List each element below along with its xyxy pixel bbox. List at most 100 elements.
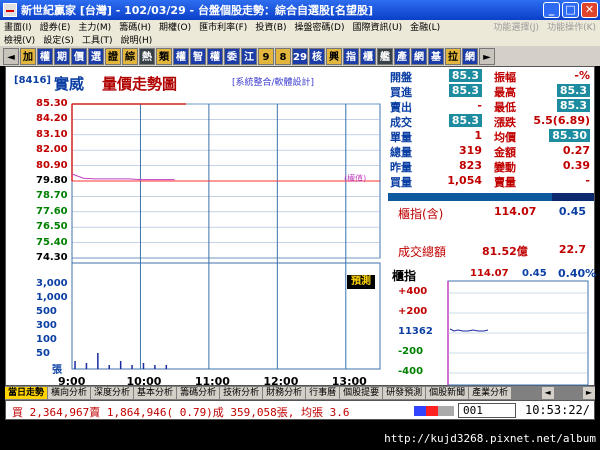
tab-scroll-left-icon[interactable]: ◄	[541, 387, 554, 399]
toolbar-button[interactable]: 艦	[377, 47, 393, 65]
turnover-value: 81.52億	[482, 245, 528, 258]
toolbar-button[interactable]: 權	[173, 47, 189, 65]
footer: http://kujd3268.pixnet.net/album	[0, 420, 600, 450]
volume-bar	[165, 365, 168, 369]
menu-item[interactable]: 檢視(V)	[0, 33, 39, 46]
mini-pct: 0.40%	[558, 267, 597, 280]
toolbar-button[interactable]: ◄	[3, 47, 19, 65]
toolbar-button[interactable]: 價	[71, 47, 87, 65]
toolbar-button[interactable]: 加	[20, 47, 36, 65]
toolbar-button[interactable]: 興	[326, 47, 342, 65]
toolbar-button[interactable]: 委	[224, 47, 240, 65]
quote-value: 0.27	[562, 144, 590, 157]
menu-item[interactable]: 畫面(I)	[0, 20, 36, 33]
quote-row: 單量 1 均價 85.30	[388, 129, 594, 144]
toolbar-button[interactable]: 熱	[139, 47, 155, 65]
toolbar-button[interactable]: 綜	[122, 47, 138, 65]
quote-label: 賣出	[390, 101, 412, 114]
minimize-button[interactable]: _	[543, 2, 560, 18]
quote-value: 319	[459, 144, 482, 157]
otc-index-value: 114.07	[494, 205, 537, 218]
tab-6[interactable]: 財務分析	[263, 387, 306, 399]
toolbar-button[interactable]: 證	[105, 47, 121, 65]
toolbar-button[interactable]: 權	[207, 47, 223, 65]
toolbar-button[interactable]: 網	[462, 47, 478, 65]
volume-bar	[85, 363, 88, 369]
tab-9[interactable]: 研發預測	[383, 387, 426, 399]
quote-value: 85.3	[448, 69, 482, 82]
toolbar-button[interactable]: 指	[343, 47, 359, 65]
menu-item[interactable]: 金融(L)	[406, 20, 444, 33]
tab-8[interactable]: 個股提要	[340, 387, 383, 399]
menu-item[interactable]: 投資(B)	[251, 20, 290, 33]
menu-item[interactable]: 功能選擇(J)	[489, 20, 543, 33]
volume-bar	[97, 353, 99, 369]
predict-button[interactable]: 預測	[347, 275, 375, 289]
tab-7[interactable]: 行事曆	[306, 387, 340, 399]
volume-plot-frame	[71, 262, 381, 370]
tab-5[interactable]: 技術分析	[220, 387, 263, 399]
mini-axis-label: 11362	[398, 326, 433, 337]
toolbar-button[interactable]: 產	[394, 47, 410, 65]
price-tick-label: 79.80	[36, 175, 68, 186]
quote-value: -%	[574, 69, 590, 82]
toolbar-button[interactable]: 8	[275, 47, 291, 65]
price-tick-label: 82.00	[36, 144, 68, 156]
quote-label: 均價	[494, 131, 516, 144]
menu-item[interactable]: 證券(E)	[36, 20, 75, 33]
menu-item[interactable]: 主力(M)	[74, 20, 115, 33]
maximize-button[interactable]: □	[562, 2, 579, 18]
menu-item[interactable]: 工具(T)	[78, 33, 117, 46]
toolbar-button[interactable]: 9	[258, 47, 274, 65]
main-panel: [8416] 實威 量價走勢圖 [系統整合/軟體設計] 85.30 84.20 83…	[5, 66, 597, 388]
menu-item[interactable]: 國際資訊(U)	[348, 20, 406, 33]
quote-value: 85.3	[556, 84, 590, 97]
toolbar-button[interactable]: 核	[309, 47, 325, 65]
quote-label: 最低	[494, 101, 516, 114]
toolbar-button[interactable]: 網	[411, 47, 427, 65]
toolbar-button[interactable]: 選	[88, 47, 104, 65]
toolbar-button[interactable]: 基	[428, 47, 444, 65]
price-tick-label: 78.70	[36, 190, 68, 202]
quote-value: 5.5(6.89)	[533, 114, 590, 127]
menu-item[interactable]: 功能操作(K)	[543, 20, 600, 33]
menu-item[interactable]: 期權(O)	[155, 20, 195, 33]
menu-item[interactable]: 設定(S)	[39, 33, 78, 46]
tab-scroll-right-icon[interactable]: ►	[583, 387, 595, 399]
menu-item[interactable]: 籌碼(H)	[115, 20, 155, 33]
toolbar-button[interactable]: 權	[37, 47, 53, 65]
tab-3[interactable]: 基本分析	[134, 387, 177, 399]
menu-item[interactable]: 操盤密碼(D)	[291, 20, 349, 33]
tab-11[interactable]: 產業分析	[469, 387, 512, 399]
quote-value: -	[585, 174, 590, 187]
quote-row: 成交 85.3 漲跌 5.5(6.89)	[388, 114, 594, 129]
quote-label: 總量	[390, 146, 412, 159]
toolbar-button[interactable]: 智	[190, 47, 206, 65]
toolbar-button[interactable]: 29	[292, 47, 308, 65]
tab-1[interactable]: 橫向分析	[48, 387, 91, 399]
tab-10[interactable]: 個股新聞	[426, 387, 469, 399]
volume-bar	[142, 363, 145, 369]
quote-label: 單量	[390, 131, 412, 144]
toolbar-button[interactable]: 期	[54, 47, 70, 65]
quote-value: 1,054	[447, 174, 482, 187]
quote-label: 賣量	[494, 176, 516, 189]
quote-value: 0.39	[562, 159, 590, 172]
menu-item[interactable]: 說明(H)	[116, 33, 156, 46]
toolbar-button[interactable]: 拉	[445, 47, 461, 65]
toolbar-button[interactable]: 江	[241, 47, 257, 65]
quote-label: 變動	[494, 161, 516, 174]
menu-item[interactable]: 匯市利率(F)	[195, 20, 251, 33]
toolbar-button[interactable]: 櫃	[360, 47, 376, 65]
tab-0[interactable]: 當日走勢	[5, 387, 48, 399]
buy-sell-meter	[414, 406, 454, 416]
code-input[interactable]: 001	[458, 403, 516, 418]
quote-label: 買量	[390, 176, 412, 189]
mini-index-chart: 櫃指 114.07 0.45 0.40% +400 +200 11362 -200 -4…	[388, 265, 597, 387]
tab-2[interactable]: 深度分析	[91, 387, 134, 399]
tab-4[interactable]: 籌碼分析	[177, 387, 220, 399]
quote-label: 成交	[390, 116, 412, 129]
toolbar-button[interactable]: 類	[156, 47, 172, 65]
close-button[interactable]: ✕	[581, 2, 598, 18]
toolbar-button[interactable]: ►	[479, 47, 495, 65]
